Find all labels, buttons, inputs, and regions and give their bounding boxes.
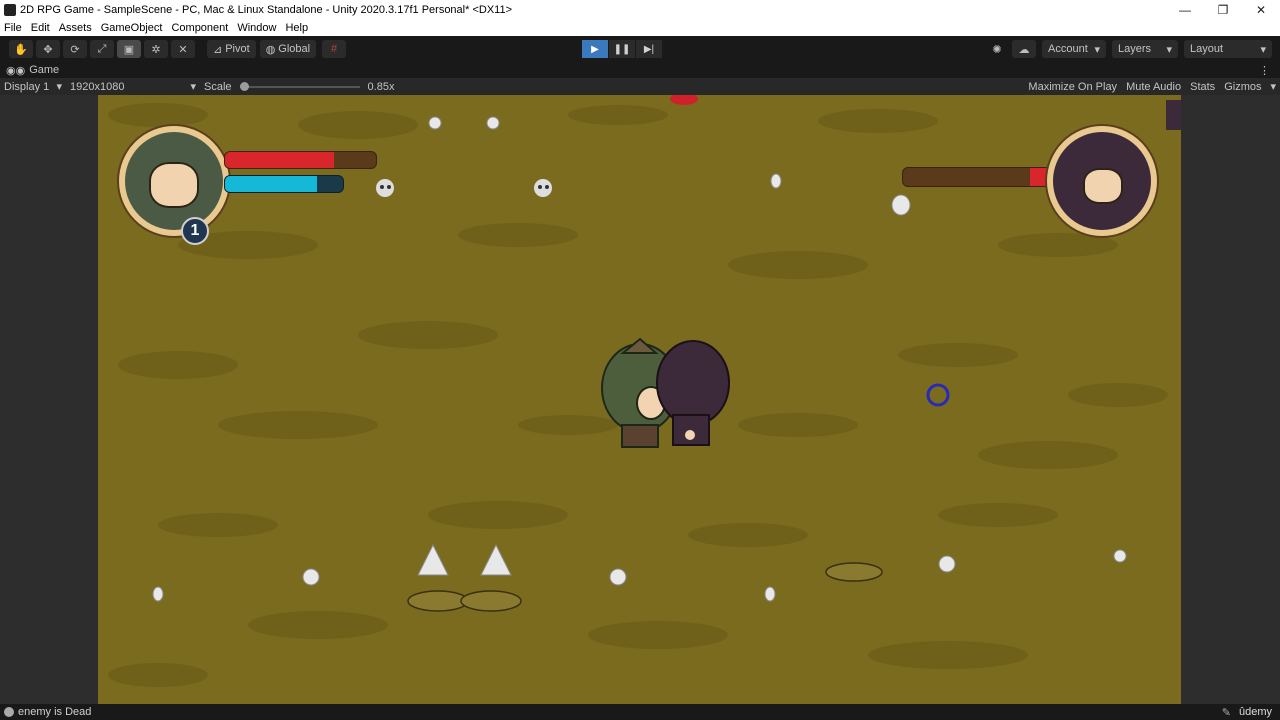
account-label: Account [1048, 43, 1088, 55]
menu-edit[interactable]: Edit [31, 22, 50, 34]
skull-icons [376, 179, 552, 197]
enemy-portrait [1047, 126, 1157, 236]
collab-icon[interactable]: ✺ [985, 40, 1009, 58]
play-icon: ▶ [591, 43, 599, 55]
unity-logo-icon [4, 4, 16, 16]
rotate-tool-icon[interactable]: ⟳ [63, 40, 87, 58]
scale-tool-icon[interactable]: ⤢ [90, 40, 114, 58]
play-button[interactable]: ▶ [582, 40, 608, 58]
scale-slider[interactable] [239, 81, 360, 91]
pivot-toggle[interactable]: ⊿ Pivot [207, 40, 256, 58]
cloud-icon[interactable]: ☁ [1012, 40, 1036, 58]
status-right: ✎ ûdemy [1216, 704, 1272, 720]
resolution-label: 1920x1080 [70, 80, 125, 93]
maximize-on-play-toggle[interactable]: Maximize On Play [1028, 81, 1117, 93]
menu-file[interactable]: File [4, 22, 22, 34]
blood-splash [670, 95, 698, 105]
menu-window[interactable]: Window [237, 22, 276, 34]
player-health-fill [225, 152, 334, 168]
hand-tool-icon[interactable]: ✋ [9, 40, 33, 58]
player-health-bar [224, 151, 377, 169]
gizmos-dropdown[interactable]: Gizmos [1224, 81, 1261, 93]
resolution-dropdown[interactable]: 1920x1080 ▾ [66, 80, 200, 94]
layers-dropdown[interactable]: Layers ▾ [1112, 40, 1178, 58]
info-icon [4, 707, 14, 717]
game-tab-header: ◉◉ Game ⋮ [0, 62, 1280, 78]
layers-label: Layers [1118, 43, 1152, 55]
right-toolbar: ✺ ☁ Account ▾ Layers ▾ Layout ▾ [982, 40, 1272, 58]
global-toggle[interactable]: ◍ Global [259, 40, 317, 58]
enemy-face [1083, 168, 1123, 204]
restore-button[interactable]: ❐ [1204, 3, 1242, 17]
udemy-watermark: ûdemy [1238, 706, 1272, 718]
scale-control: Scale 0.85x [200, 81, 398, 93]
chevron-down-icon: ▾ [190, 81, 196, 93]
rect-tool-icon[interactable]: ▣ [117, 40, 141, 58]
gamepad-icon: ◉◉ [6, 64, 26, 77]
scale-value: 0.85x [367, 80, 395, 93]
transform-tools: ✋ ✥ ⟳ ⤢ ▣ ✲ ✕ [6, 40, 195, 58]
globe-icon: ◍ [265, 43, 276, 56]
transform-tool-icon[interactable]: ✲ [144, 40, 168, 58]
pause-button[interactable]: ❚❚ [609, 40, 635, 58]
player-mana-bar [224, 175, 344, 193]
chevron-down-icon: ▾ [1260, 43, 1266, 56]
close-button[interactable]: ✕ [1242, 3, 1280, 17]
menu-component[interactable]: Component [171, 22, 228, 34]
more-options-icon[interactable]: ⋮ [1259, 64, 1270, 77]
game-view-toggles: Maximize On Play Mute Audio Stats Gizmos… [1019, 78, 1276, 95]
step-button[interactable]: ▶| [636, 40, 662, 58]
player-level-badge: 1 [181, 217, 209, 245]
enemy-character [656, 340, 730, 446]
menu-bar: File Edit Assets GameObject Component Wi… [0, 20, 1280, 36]
layout-dropdown[interactable]: Layout ▾ [1184, 40, 1272, 58]
player-face [149, 162, 199, 208]
game-canvas[interactable]: 1 [98, 95, 1181, 704]
target-cursor [926, 383, 950, 407]
player-mana-fill [225, 176, 318, 192]
chevron-down-icon: ▾ [1166, 43, 1172, 56]
chevron-down-icon: ▾ [1270, 81, 1276, 93]
display-label: Display 1 [4, 80, 50, 93]
window-titlebar: 2D RPG Game - SampleScene - PC, Mac & Li… [0, 0, 1280, 20]
pivot-label: Pivot [225, 43, 250, 55]
move-tool-icon[interactable]: ✥ [36, 40, 60, 58]
chevron-down-icon: ▾ [1094, 43, 1100, 56]
player-portrait [119, 126, 229, 236]
scale-slider-knob[interactable] [239, 81, 249, 91]
bug-corpses [407, 562, 883, 612]
display-dropdown[interactable]: Display 1 ▾ [0, 80, 66, 94]
menu-help[interactable]: Help [285, 22, 308, 34]
stats-toggle[interactable]: Stats [1190, 81, 1215, 93]
pause-icon: ❚❚ [613, 43, 631, 55]
menu-gameobject[interactable]: GameObject [101, 22, 163, 34]
chevron-down-icon: ▾ [56, 81, 62, 93]
player-level-label: 1 [190, 222, 200, 239]
custom-tool-icon[interactable]: ✕ [171, 40, 195, 58]
account-dropdown[interactable]: Account ▾ [1042, 40, 1106, 58]
play-controls: ▶ ❚❚ ▶| [582, 40, 663, 58]
mute-audio-toggle[interactable]: Mute Audio [1126, 81, 1181, 93]
bug-report-icon[interactable]: ✎ [1222, 706, 1231, 719]
scale-label: Scale [204, 80, 232, 93]
layout-label: Layout [1190, 43, 1224, 55]
console-last-message[interactable]: enemy is Dead [18, 706, 91, 718]
global-label: Global [278, 43, 311, 55]
pivot-icon: ⊿ [213, 43, 223, 56]
enemy-health-bar [902, 167, 1052, 187]
step-icon: ▶| [643, 43, 655, 55]
grid-snap-icon[interactable]: # [322, 40, 347, 58]
game-view-options: Display 1 ▾ 1920x1080 ▾ Scale 0.85x Maxi… [0, 78, 1280, 95]
menu-assets[interactable]: Assets [59, 22, 92, 34]
minimize-button[interactable]: — [1166, 3, 1204, 17]
window-title: 2D RPG Game - SampleScene - PC, Mac & Li… [20, 4, 512, 16]
enemy-partial [1166, 100, 1181, 130]
tab-game[interactable]: Game [29, 64, 59, 76]
console-status-bar: enemy is Dead ✎ ûdemy [0, 704, 1280, 720]
